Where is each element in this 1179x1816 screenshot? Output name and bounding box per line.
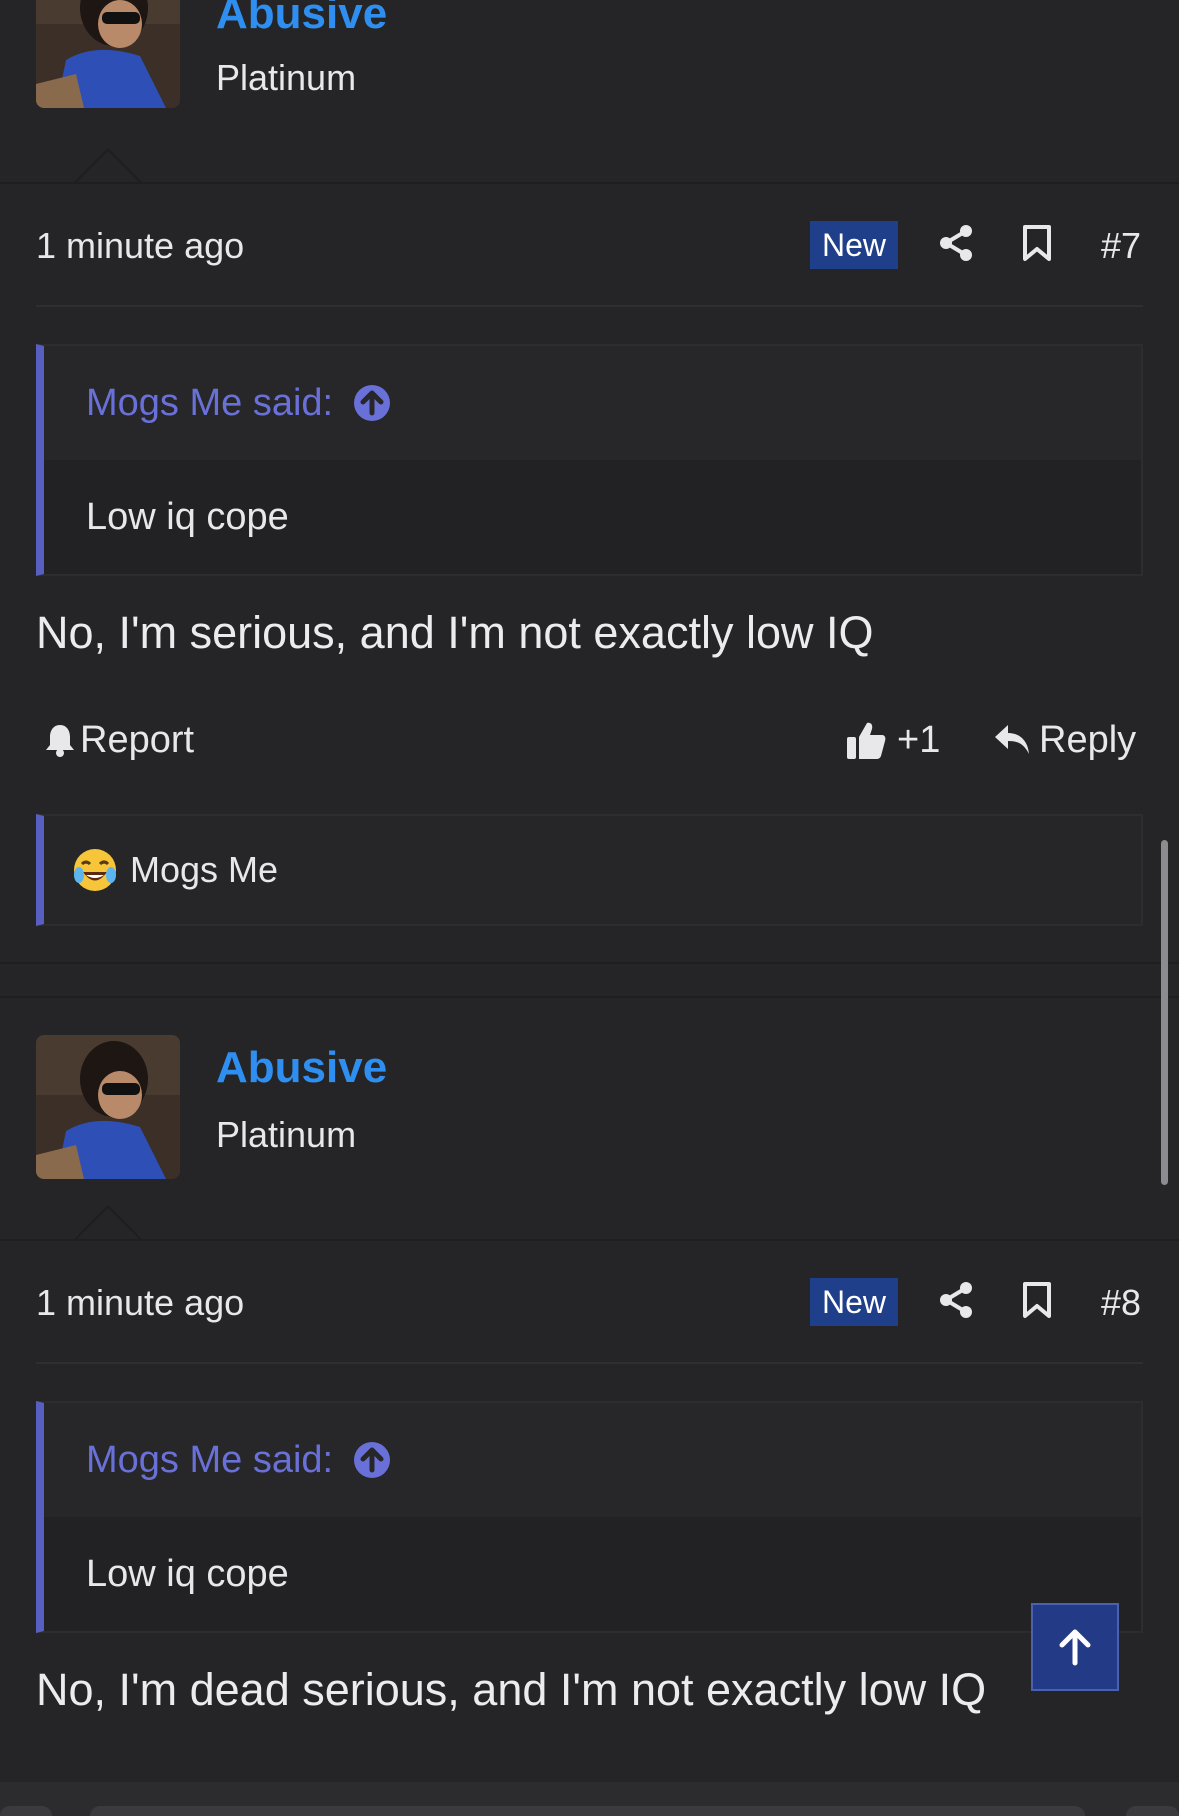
bookmark-icon[interactable]	[1015, 1278, 1059, 1322]
divider	[0, 182, 1179, 184]
divider	[36, 1362, 1143, 1364]
user-rank: Platinum	[216, 1114, 357, 1155]
quote-author[interactable]: Mogs Me said:	[86, 1439, 333, 1482]
scrollbar[interactable]	[1161, 840, 1168, 1185]
quote-author[interactable]: Mogs Me said:	[86, 382, 333, 425]
post-pointer	[72, 1205, 144, 1242]
bell-icon	[46, 725, 74, 757]
divider	[0, 962, 1179, 964]
share-icon[interactable]	[934, 221, 978, 265]
user-rank: Platinum	[216, 57, 357, 98]
post-pointer	[72, 148, 144, 185]
reply-label: Reply	[1039, 719, 1137, 761]
quote-text: Low iq cope	[44, 460, 1141, 574]
arrow-up-circle-icon[interactable]	[353, 384, 391, 422]
username-link[interactable]: Abusive	[216, 0, 387, 36]
quote-block: Mogs Me said: Low iq cope	[36, 344, 1143, 576]
avatar[interactable]	[36, 1035, 180, 1179]
toolbar-edge	[1126, 1806, 1179, 1816]
bookmark-icon[interactable]	[1015, 221, 1059, 265]
scroll-to-top-button[interactable]	[1031, 1603, 1119, 1691]
arrow-up-icon	[1059, 1629, 1091, 1666]
divider	[0, 1239, 1179, 1241]
new-badge: New	[810, 1278, 898, 1326]
quote-text: Low iq cope	[44, 1517, 1141, 1631]
like-button[interactable]: +1	[845, 719, 940, 761]
like-count: +1	[897, 719, 941, 761]
quote-header[interactable]: Mogs Me said:	[44, 1403, 1141, 1517]
reaction-user[interactable]: Mogs Me	[130, 849, 278, 891]
toolbar-edge	[0, 1806, 52, 1816]
crying-laughing-emoji-icon	[74, 849, 116, 891]
thumbs-up-icon	[847, 722, 886, 759]
post-number-link[interactable]: #7	[1101, 228, 1141, 264]
address-bar[interactable]	[90, 1806, 1085, 1816]
share-icon[interactable]	[934, 1278, 978, 1322]
reply-button[interactable]: Reply	[993, 721, 1136, 759]
post-body: No, I'm serious, and I'm not exactly low…	[36, 607, 874, 658]
post-timestamp[interactable]: 1 minute ago	[36, 228, 244, 264]
post-number-link[interactable]: #8	[1101, 1285, 1141, 1321]
quote-block: Mogs Me said: Low iq cope	[36, 1401, 1143, 1633]
quote-header[interactable]: Mogs Me said:	[44, 346, 1141, 460]
report-button[interactable]: Report	[44, 721, 194, 759]
divider	[36, 305, 1143, 307]
thread-page: Abusive Platinum 1 minute ago New #7 Mog…	[0, 0, 1179, 1816]
avatar[interactable]	[36, 0, 180, 108]
reply-icon	[995, 725, 1029, 754]
report-label: Report	[80, 719, 195, 761]
new-badge: New	[810, 221, 898, 269]
post-body: No, I'm dead serious, and I'm not exactl…	[36, 1664, 987, 1715]
arrow-up-circle-icon[interactable]	[353, 1441, 391, 1479]
reactions-bar[interactable]: Mogs Me	[36, 814, 1143, 926]
divider	[0, 996, 1179, 998]
post-timestamp[interactable]: 1 minute ago	[36, 1285, 244, 1321]
username-link[interactable]: Abusive	[216, 1046, 387, 1090]
